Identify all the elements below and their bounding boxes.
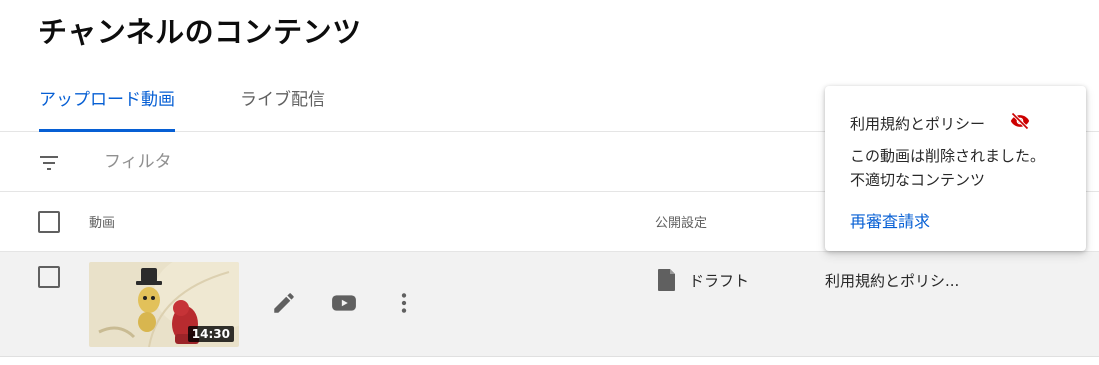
popover-reason: 不適切なコンテンツ bbox=[850, 171, 986, 189]
channel-content-page: チャンネルのコンテンツ アップロード動画 ライブ配信 動画 公開設定 bbox=[0, 0, 1099, 365]
row-checkbox[interactable] bbox=[38, 266, 60, 288]
appeal-link[interactable]: 再審査請求 bbox=[850, 208, 930, 232]
video-duration: 14:30 bbox=[187, 326, 234, 342]
filter-icon[interactable] bbox=[37, 151, 61, 175]
restriction-popover: 利用規約とポリシー この動画は削除されました。 不適切なコンテンツ 再審査請求 bbox=[825, 86, 1086, 251]
visibility-label: ドラフト bbox=[689, 272, 750, 290]
page-title: チャンネルのコンテンツ bbox=[38, 15, 362, 49]
popover-removed-message: この動画は削除されました。 bbox=[850, 147, 1046, 165]
more-vert-icon[interactable] bbox=[391, 290, 417, 316]
column-header-visibility: 公開設定 bbox=[655, 216, 708, 231]
visibility-off-icon bbox=[1010, 112, 1030, 130]
youtube-icon[interactable] bbox=[331, 290, 357, 316]
edit-icon[interactable] bbox=[271, 290, 297, 316]
tab-live-label: ライブ配信 bbox=[240, 90, 325, 110]
table-row: 14:30 ドラフト 利用規約とポリシ... bbox=[0, 252, 1099, 357]
tab-uploads[interactable]: アップロード動画 bbox=[39, 82, 175, 132]
draft-icon bbox=[658, 269, 675, 291]
tab-live[interactable]: ライブ配信 bbox=[240, 82, 325, 132]
video-thumbnail[interactable]: 14:30 bbox=[89, 262, 239, 347]
filter-input[interactable] bbox=[104, 146, 504, 178]
column-header-video: 動画 bbox=[89, 216, 116, 231]
restrictions-cell[interactable]: 利用規約とポリシ... bbox=[825, 270, 959, 291]
select-all-checkbox[interactable] bbox=[38, 211, 60, 233]
tab-uploads-label: アップロード動画 bbox=[39, 90, 175, 110]
popover-title: 利用規約とポリシー bbox=[850, 115, 986, 133]
